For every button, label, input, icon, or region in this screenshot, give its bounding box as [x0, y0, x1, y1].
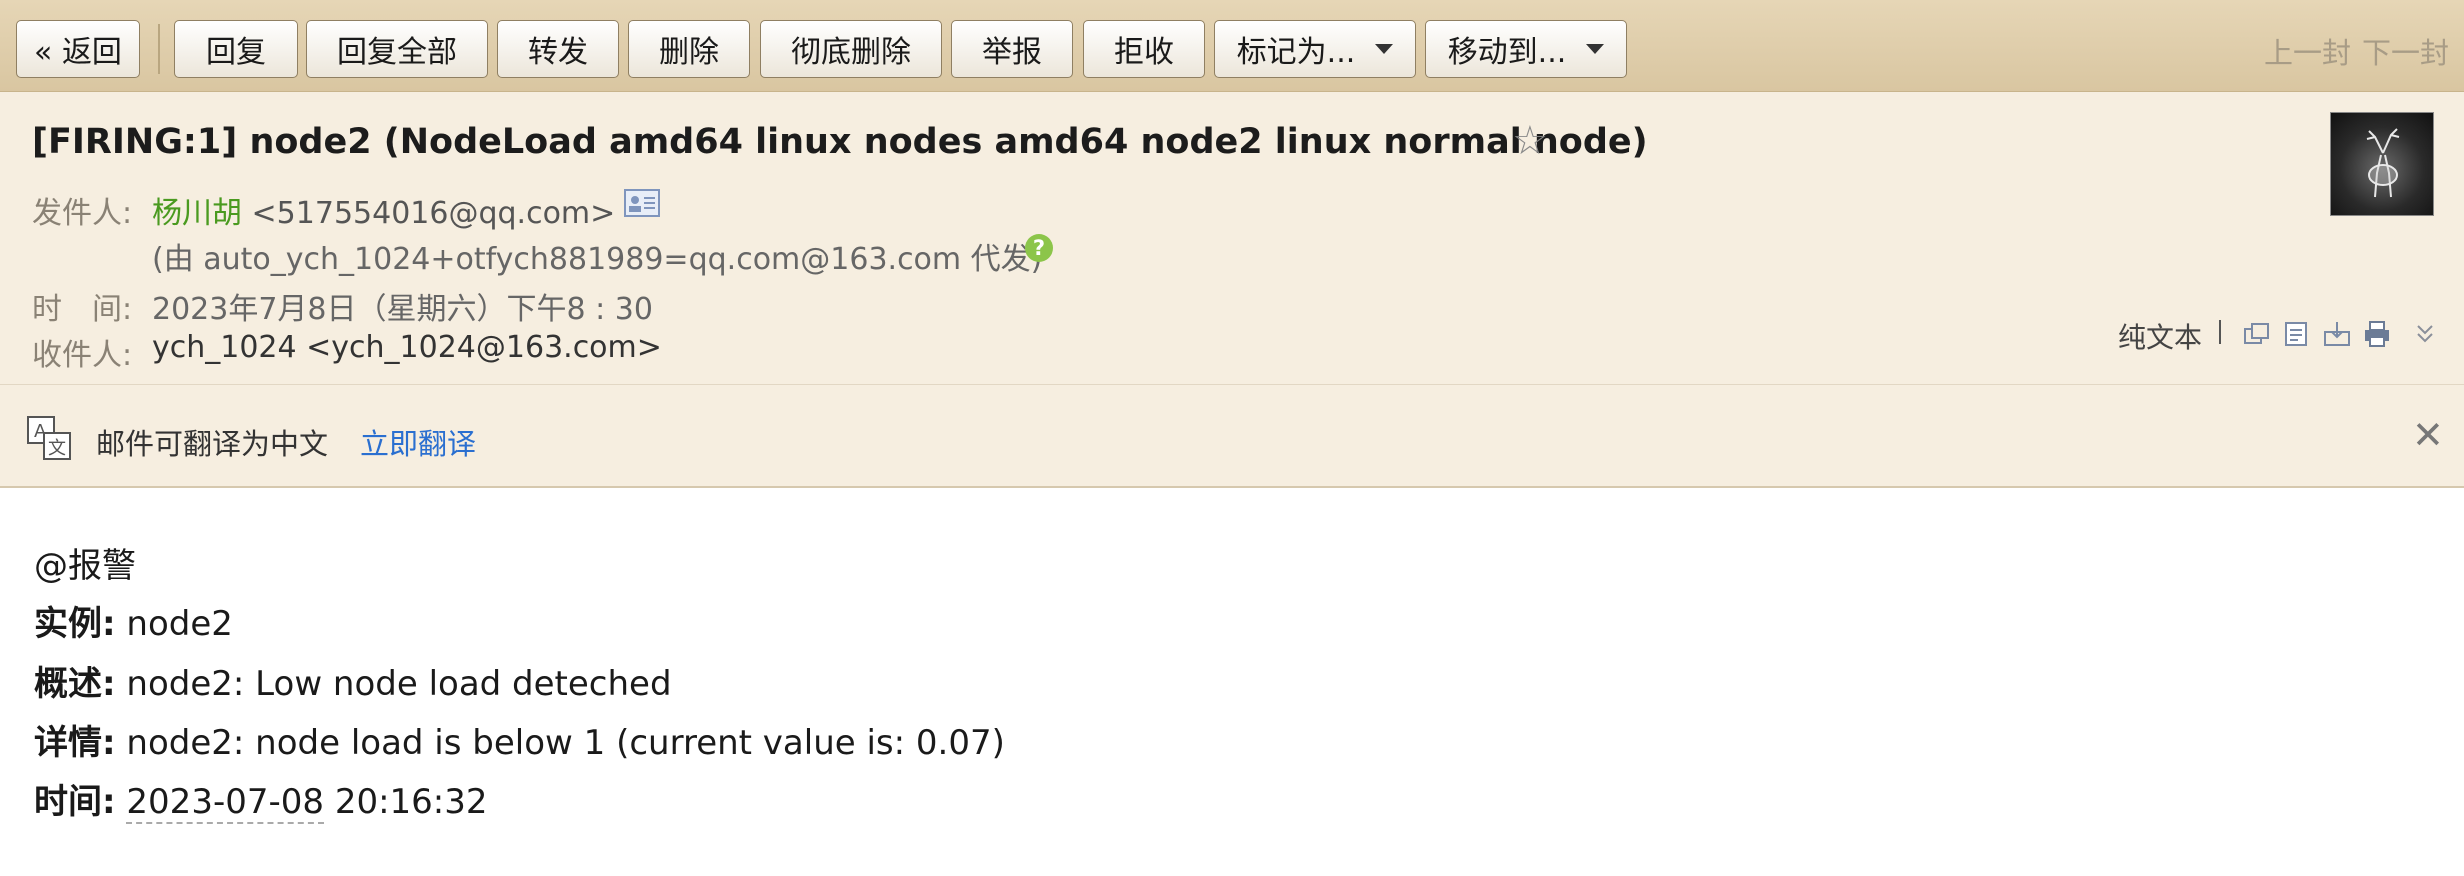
- to-value: ych_1024 <ych_1024@163.com>: [152, 330, 662, 365]
- move-to-dropdown[interactable]: 移动到...: [1425, 20, 1627, 78]
- next-mail-link[interactable]: 下一封: [2362, 30, 2449, 72]
- contact-card-icon[interactable]: [624, 189, 660, 217]
- caret-down-icon: [1586, 44, 1605, 54]
- double-chevron-down-icon[interactable]: [2410, 320, 2440, 348]
- back-button[interactable]: « 返回: [16, 20, 140, 78]
- forward-button[interactable]: 转发: [497, 20, 619, 78]
- body-time-clock: 20:16:32: [334, 782, 488, 822]
- question-icon[interactable]: ?: [1025, 234, 1053, 262]
- star-outline-icon[interactable]: ☆: [1512, 118, 1548, 164]
- instance-label: 实例:: [34, 604, 116, 644]
- toolbar-divider: [158, 24, 160, 74]
- detail-value: node2: node load is below 1 (current val…: [126, 723, 1005, 763]
- from-value: 杨川胡 <517554016@qq.com>: [152, 188, 615, 232]
- time-value: 2023年7月8日（星期六）下午8 : 30: [152, 292, 653, 327]
- mail-header: [FIRING:1] node2 (NodeLoad amd64 linux n…: [0, 92, 2464, 384]
- body-time-date[interactable]: 2023-07-08: [126, 782, 325, 824]
- memo-icon[interactable]: [2282, 320, 2312, 348]
- body-time-label: 时间:: [34, 782, 116, 822]
- deer-image: [2366, 128, 2400, 198]
- time-line: 时间: 2023-07-08 20:16:32: [34, 774, 488, 824]
- sender-name[interactable]: 杨川胡: [152, 196, 242, 231]
- mail-body: @报警 实例: node2 概述: node2: Low node load d…: [0, 490, 2464, 876]
- caret-down-icon: [1375, 44, 1394, 54]
- prev-mail-link[interactable]: 上一封: [2264, 30, 2351, 72]
- summary-line: 概述: node2: Low node load deteched: [34, 656, 672, 705]
- reply-button[interactable]: 回复: [174, 20, 298, 78]
- proxy-sender-note: (由 auto_ych_1024+otfych881989=qq.com@163…: [152, 242, 1043, 277]
- delete-permanently-button[interactable]: 彻底删除: [760, 20, 942, 78]
- translate-icon: A 文: [27, 416, 71, 460]
- summary-value: node2: Low node load deteched: [126, 664, 672, 704]
- avatar: [2330, 112, 2434, 216]
- new-window-icon[interactable]: [2242, 320, 2272, 348]
- mention-line: @报警: [34, 546, 136, 586]
- svg-text:文: 文: [48, 438, 66, 459]
- detail-line: 详情: node2: node load is below 1 (current…: [34, 715, 1005, 764]
- reply-all-button[interactable]: 回复全部: [306, 20, 488, 78]
- close-icon[interactable]: ✕: [2412, 415, 2444, 455]
- mark-as-label: 标记为...: [1236, 35, 1356, 70]
- translate-bar: A 文 邮件可翻译为中文 立即翻译 ✕: [0, 384, 2464, 488]
- plain-text-link[interactable]: 纯文本: [2118, 316, 2202, 356]
- translate-prompt: 邮件可翻译为中文: [96, 427, 329, 461]
- reject-button[interactable]: 拒收: [1083, 20, 1205, 78]
- download-icon[interactable]: [2322, 320, 2352, 348]
- mail-toolbar: « 返回 回复 回复全部 转发 删除 彻底删除 举报 拒收 标记为... 移动到…: [0, 0, 2464, 92]
- from-label: 发件人:: [32, 196, 133, 231]
- detail-label: 详情:: [34, 723, 116, 763]
- print-icon[interactable]: [2362, 320, 2392, 348]
- sender-address: <517554016@qq.com>: [251, 196, 616, 231]
- delete-button[interactable]: 删除: [628, 20, 750, 78]
- summary-label: 概述:: [34, 664, 116, 704]
- mail-subject: [FIRING:1] node2 (NodeLoad amd64 linux n…: [32, 122, 1648, 162]
- report-button[interactable]: 举报: [951, 20, 1073, 78]
- action-divider: [2219, 320, 2221, 344]
- to-label: 收件人:: [32, 338, 133, 373]
- time-label: 时 间:: [32, 292, 133, 327]
- instance-value: node2: [126, 604, 233, 644]
- move-to-label: 移动到...: [1447, 35, 1567, 70]
- instance-line: 实例: node2: [34, 596, 233, 645]
- translate-now-link[interactable]: 立即翻译: [360, 421, 476, 463]
- mark-as-dropdown[interactable]: 标记为...: [1214, 20, 1416, 78]
